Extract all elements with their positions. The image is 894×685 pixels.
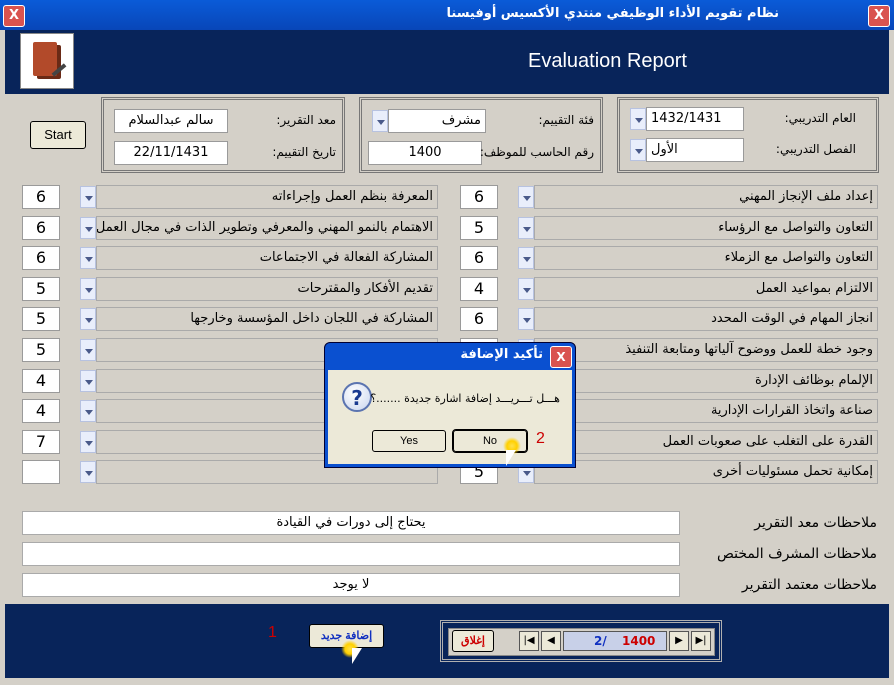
evaluation-date-label: تاريخ التقييم: (272, 145, 336, 159)
training-term-label: الفصل التدريبي: (775, 142, 856, 156)
criterion-dropdown-button[interactable] (518, 217, 534, 239)
dialog-message: هـــل تـــريـــد إضافة اشارة جديدة .....… (370, 392, 560, 405)
criterion-field[interactable]: الالتزام بمواعيد العمل (534, 277, 878, 301)
start-button[interactable]: Start (30, 121, 86, 149)
title-bar: X نظام تقويم الأداء الوظيفي منتدي الأكسي… (0, 0, 894, 30)
criterion-dropdown-button[interactable] (518, 278, 534, 300)
score-field[interactable]: 5 (22, 307, 60, 331)
training-year-label: العام التدريبي: (784, 111, 856, 125)
training-year-field[interactable]: 1432/1431 (646, 107, 744, 131)
criterion-dropdown-button[interactable] (80, 370, 96, 392)
criterion-dropdown-button[interactable] (518, 247, 534, 269)
score-field[interactable]: 6 (460, 246, 498, 270)
confirm-add-dialog: تأكيد الإضافة X ? هـــل تـــريـــد إضافة… (324, 342, 576, 468)
criterion-dropdown-button[interactable] (80, 339, 96, 361)
category-label: فئة التقييم: (538, 113, 594, 127)
training-term-field[interactable]: الأول (646, 138, 744, 162)
score-field[interactable]: 6 (22, 246, 60, 270)
criterion-field[interactable]: إمكانية تحمل مسئوليات أخرى (534, 460, 878, 484)
report-title: Evaluation Report (528, 50, 687, 72)
question-icon: ? (342, 382, 372, 412)
preparer-notes-label: ملاحظات معد التقرير (754, 515, 877, 531)
preparer-group: سالم عبدالسلام معد التقرير: 22/11/1431 ت… (101, 97, 345, 173)
window-close-button[interactable]: X (868, 5, 890, 27)
score-field[interactable]: 6 (22, 216, 60, 240)
dialog-body: ? هـــل تـــريـــد إضافة اشارة جديدة ...… (328, 370, 572, 464)
category-dropdown-button[interactable] (372, 110, 388, 132)
dialog-title: تأكيد الإضافة (460, 347, 543, 362)
score-field[interactable]: 4 (22, 399, 60, 423)
criterion-field[interactable]: إعداد ملف الإنجاز المهني (534, 185, 878, 209)
criterion-field[interactable]: المعرفة بنظم العمل وإجراءاته (96, 185, 438, 209)
evaluation-date-field[interactable]: 22/11/1431 (114, 141, 228, 165)
category-group: مشرف فئة التقييم: 1400 رقم الحاسب للموظف… (359, 97, 603, 173)
employee-id-label: رقم الحاسب للموظف: (479, 145, 594, 159)
preparer-notes-field[interactable]: يحتاج إلى دورات في القيادة (22, 511, 680, 535)
criterion-dropdown-button[interactable] (80, 278, 96, 300)
supervisor-notes-field[interactable] (22, 542, 680, 566)
last-record-icon[interactable]: ▶| (691, 631, 711, 651)
score-field[interactable]: 5 (22, 338, 60, 362)
criterion-field[interactable]: التعاون والتواصل مع الزملاء (534, 246, 878, 270)
criterion-dropdown-button[interactable] (80, 217, 96, 239)
criterion-dropdown-button[interactable] (80, 400, 96, 422)
first-record-icon[interactable]: |◀ (519, 631, 539, 651)
score-field[interactable] (22, 460, 60, 484)
score-field[interactable]: 4 (22, 369, 60, 393)
year-dropdown-button[interactable] (630, 108, 646, 130)
navigator-inner: إغلاق |◀ ◀ 2/ 1400 ▶ ▶| (448, 628, 715, 656)
next-record-icon[interactable]: ▶ (669, 631, 689, 651)
criterion-field[interactable]: الإلمام بوظائف الإدارة (534, 369, 878, 393)
preparer-label: معد التقرير: (276, 113, 336, 127)
criterion-field[interactable]: الاهتمام بالنمو المهني والمعرفي وتطوير ا… (96, 216, 438, 240)
dialog-close-button[interactable]: X (550, 346, 572, 368)
record-counter: 2/ 1400 (563, 631, 667, 651)
step-marker-2: 2 (536, 430, 545, 447)
step-marker-1: 1 (268, 624, 277, 641)
score-field[interactable]: 6 (460, 185, 498, 209)
record-total: 1400 (622, 634, 656, 648)
criterion-field[interactable]: القدرة على التغلب على صعوبات العمل (534, 430, 878, 454)
criterion-field[interactable]: صناعة واتخاذ القرارات الإدارية (534, 399, 878, 423)
category-field[interactable]: مشرف (388, 109, 486, 133)
supervisor-notes-label: ملاحظات المشرف المختص (717, 546, 877, 562)
window-title: نظام تقويم الأداء الوظيفي منتدي الأكسيس … (446, 6, 780, 21)
preparer-field[interactable]: سالم عبدالسلام (114, 109, 228, 133)
criterion-field[interactable]: المشاركة في اللجان داخل المؤسسة وخارجها (96, 307, 438, 331)
approver-notes-label: ملاحظات معتمد التقرير (741, 577, 877, 593)
window-icon: X (3, 5, 25, 27)
score-field[interactable]: 6 (460, 307, 498, 331)
approver-notes-field[interactable]: لا يوجد (22, 573, 680, 597)
criterion-dropdown-button[interactable] (80, 461, 96, 483)
dialog-yes-button[interactable]: Yes (372, 430, 446, 452)
previous-record-icon[interactable]: ◀ (541, 631, 561, 651)
training-year-group: 1432/1431 العام التدريبي: الأول الفصل ال… (617, 97, 879, 173)
report-header: Evaluation Report (5, 30, 889, 94)
employee-id-field[interactable]: 1400 (368, 141, 482, 165)
criterion-dropdown-button[interactable] (80, 431, 96, 453)
criterion-field[interactable]: وجود خطة للعمل ووضوح آلياتها ومتابعة الت… (534, 338, 878, 362)
criterion-field[interactable]: تقديم الأفكار والمقترحات (96, 277, 438, 301)
criterion-dropdown-button[interactable] (518, 308, 534, 330)
criterion-field[interactable]: المشاركة الفعالة في الاجتماعات (96, 246, 438, 270)
criterion-field[interactable]: انجاز المهام في الوقت المحدد (534, 307, 878, 331)
criterion-dropdown-button[interactable] (80, 308, 96, 330)
score-field[interactable]: 6 (22, 185, 60, 209)
criterion-dropdown-button[interactable] (518, 186, 534, 208)
score-field[interactable]: 7 (22, 430, 60, 454)
term-dropdown-button[interactable] (630, 139, 646, 161)
criterion-field[interactable]: التعاون والتواصل مع الرؤساء (534, 216, 878, 240)
close-form-button[interactable]: إغلاق (452, 630, 494, 652)
score-field[interactable]: 5 (22, 277, 60, 301)
record-current: 2/ (594, 634, 607, 648)
criterion-dropdown-button[interactable] (80, 186, 96, 208)
score-field[interactable]: 4 (460, 277, 498, 301)
record-navigator: إغلاق |◀ ◀ 2/ 1400 ▶ ▶| (440, 620, 722, 662)
criterion-dropdown-button[interactable] (80, 247, 96, 269)
score-field[interactable]: 5 (460, 216, 498, 240)
logo (20, 33, 74, 89)
